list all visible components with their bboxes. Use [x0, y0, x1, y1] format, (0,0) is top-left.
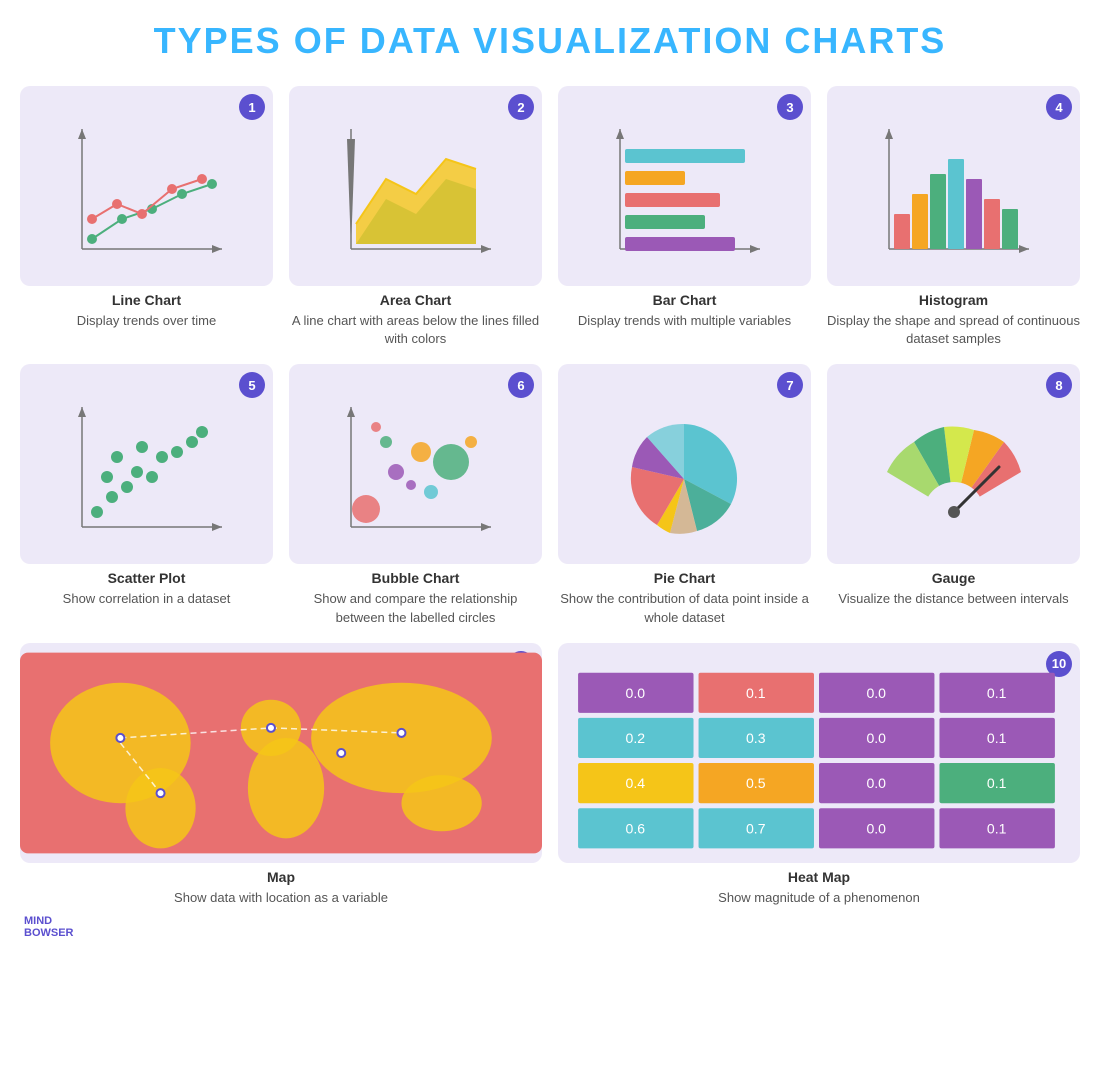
- chart-desc-5: Show correlation in a dataset: [63, 590, 231, 608]
- chart-label-9: Map: [267, 869, 295, 885]
- badge-8: 8: [1046, 372, 1072, 398]
- svg-text:0.4: 0.4: [626, 775, 646, 791]
- chart-box-4: 4: [827, 86, 1080, 286]
- chart-item-3: 3 Bar Chart Display trends with multiple…: [558, 86, 811, 348]
- chart-box-7: 7: [558, 364, 811, 564]
- logo: MINDBOWSER: [24, 915, 74, 939]
- page-title: Types of Data Visualization Charts: [20, 20, 1080, 62]
- chart-item-1: 1: [20, 86, 273, 348]
- svg-text:0.1: 0.1: [987, 685, 1007, 701]
- chart-item-7: 7 Pie Chart Show the contribu: [558, 364, 811, 626]
- svg-text:0.0: 0.0: [866, 775, 886, 791]
- chart-desc-6: Show and compare the relationship betwee…: [289, 590, 542, 626]
- chart-item-10: 10 0.0 0.1 0.0 0.1 0.2 0.3 0.0: [558, 643, 1080, 907]
- chart-desc-8: Visualize the distance between intervals: [838, 590, 1068, 608]
- badge-3: 3: [777, 94, 803, 120]
- chart-desc-7: Show the contribution of data point insi…: [558, 590, 811, 626]
- svg-text:0.1: 0.1: [987, 730, 1007, 746]
- badge-7: 7: [777, 372, 803, 398]
- svg-text:0.2: 0.2: [626, 730, 646, 746]
- chart-box-3: 3: [558, 86, 811, 286]
- chart-label-3: Bar Chart: [653, 292, 717, 308]
- chart-label-10: Heat Map: [788, 869, 850, 885]
- svg-text:0.1: 0.1: [987, 775, 1007, 791]
- title-part2: Charts: [784, 20, 946, 61]
- chart-item-9: 9: [20, 643, 542, 907]
- svg-text:0.0: 0.0: [866, 820, 886, 836]
- chart-desc-2: A line chart with areas below the lines …: [289, 312, 542, 348]
- chart-item-2: 2 Area Chart A line chart with areas bel…: [289, 86, 542, 348]
- chart-box-2: 2: [289, 86, 542, 286]
- chart-desc-9: Show data with location as a variable: [174, 889, 388, 907]
- chart-item-4: 4 Histogram Display the shape and spread…: [827, 86, 1080, 348]
- chart-label-5: Scatter Plot: [108, 570, 186, 586]
- badge-4: 4: [1046, 94, 1072, 120]
- row-2: 5 Scatter Plot Show: [20, 364, 1080, 626]
- chart-label-2: Area Chart: [380, 292, 452, 308]
- svg-text:0.0: 0.0: [866, 685, 886, 701]
- badge-5: 5: [239, 372, 265, 398]
- chart-item-8: 8 Gauge Visualize the distanc: [827, 364, 1080, 626]
- chart-label-1: Line Chart: [112, 292, 181, 308]
- chart-box-1: 1: [20, 86, 273, 286]
- svg-text:0.3: 0.3: [746, 730, 766, 746]
- svg-text:0.0: 0.0: [866, 730, 886, 746]
- chart-box-9: 9: [20, 643, 542, 863]
- chart-box-6: 6: [289, 364, 542, 564]
- svg-text:0.7: 0.7: [746, 820, 766, 836]
- chart-desc-10: Show magnitude of a phenomenon: [718, 889, 920, 907]
- badge-6: 6: [508, 372, 534, 398]
- chart-desc-3: Display trends with multiple variables: [578, 312, 791, 330]
- svg-text:0.5: 0.5: [746, 775, 766, 791]
- chart-box-10: 10 0.0 0.1 0.0 0.1 0.2 0.3 0.0: [558, 643, 1080, 863]
- title-part1: Types of Data Visualization: [154, 20, 785, 61]
- footer: MINDBOWSER: [20, 907, 1080, 939]
- chart-box-5: 5: [20, 364, 273, 564]
- chart-label-8: Gauge: [932, 570, 976, 586]
- row-1: 1: [20, 86, 1080, 348]
- svg-text:0.1: 0.1: [987, 820, 1007, 836]
- chart-item-5: 5 Scatter Plot Show: [20, 364, 273, 626]
- chart-desc-1: Display trends over time: [77, 312, 216, 330]
- chart-label-7: Pie Chart: [654, 570, 715, 586]
- chart-label-6: Bubble Chart: [372, 570, 460, 586]
- svg-text:0.0: 0.0: [626, 685, 646, 701]
- chart-box-8: 8: [827, 364, 1080, 564]
- chart-desc-4: Display the shape and spread of continuo…: [827, 312, 1080, 348]
- badge-2: 2: [508, 94, 534, 120]
- badge-1: 1: [239, 94, 265, 120]
- row-3: 9: [20, 643, 1080, 907]
- chart-item-6: 6 Bubble Chart Show and compare the rela…: [289, 364, 542, 626]
- chart-label-4: Histogram: [919, 292, 988, 308]
- svg-text:0.6: 0.6: [626, 820, 646, 836]
- svg-text:0.1: 0.1: [746, 685, 766, 701]
